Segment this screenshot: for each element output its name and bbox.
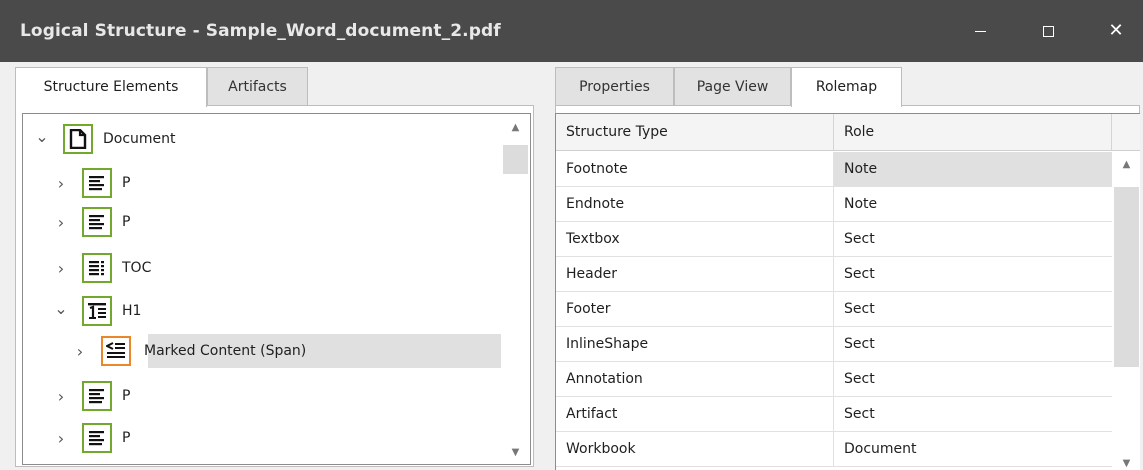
grid-scrollbar[interactable]: ▲ ▼: [1112, 152, 1140, 470]
role-cell[interactable]: Sect: [834, 327, 1112, 361]
paragraph-icon: [82, 168, 112, 198]
chevron-right-icon[interactable]: ›: [54, 429, 68, 448]
window-title: Logical Structure - Sample_Word_document…: [20, 21, 501, 41]
tree-scroll-thumb[interactable]: [503, 145, 528, 174]
paragraph-icon: [82, 381, 112, 411]
tree-item[interactable]: › TOC: [23, 251, 501, 285]
chevron-right-icon[interactable]: ›: [73, 342, 87, 361]
column-header-structure-type[interactable]: Structure Type: [556, 114, 834, 151]
scroll-down-icon[interactable]: ▼: [1112, 453, 1140, 470]
role-cell[interactable]: Sect: [834, 222, 1112, 256]
structure-type-cell[interactable]: Footnote: [556, 152, 834, 186]
role-cell[interactable]: Sect: [834, 397, 1112, 431]
scroll-up-icon[interactable]: ▲: [501, 117, 530, 139]
structure-type-cell[interactable]: InlineShape: [556, 327, 834, 361]
chevron-down-icon[interactable]: ⌄: [54, 299, 68, 318]
role-cell[interactable]: Sect: [834, 257, 1112, 291]
structure-type-cell[interactable]: Artifact: [556, 397, 834, 431]
chevron-right-icon[interactable]: ›: [54, 259, 68, 278]
structure-tree: ⌄ Document › P › P › TOC ⌄ H1 › Marked Content (Spa…: [22, 113, 531, 465]
table-row[interactable]: Annotation Sect: [556, 362, 1112, 397]
table-row[interactable]: Textbox Sect: [556, 222, 1112, 257]
toc-icon: [82, 253, 112, 283]
tree-item[interactable]: › P: [23, 205, 501, 239]
table-row[interactable]: Footnote Note: [556, 152, 1112, 187]
tree-item[interactable]: › P: [23, 421, 501, 455]
grid-header: Structure Type Role: [556, 114, 1140, 151]
tab-structure-elements[interactable]: Structure Elements: [15, 67, 207, 107]
minimize-icon: [974, 31, 986, 32]
table-row[interactable]: Endnote Note: [556, 187, 1112, 222]
structure-type-cell[interactable]: Workbook: [556, 432, 834, 466]
marked-content-icon: [101, 336, 131, 366]
role-cell[interactable]: Note: [834, 152, 1112, 186]
tree-item[interactable]: › P: [23, 379, 501, 413]
scroll-up-icon[interactable]: ▲: [1112, 154, 1140, 176]
maximize-icon: [1042, 25, 1054, 37]
close-icon: ✕: [1108, 20, 1124, 41]
chevron-right-icon[interactable]: ›: [54, 387, 68, 406]
chevron-right-icon[interactable]: ›: [54, 174, 68, 193]
role-cell[interactable]: Document: [834, 432, 1112, 466]
structure-type-cell[interactable]: Footer: [556, 292, 834, 326]
tree-item-label: Marked Content (Span): [144, 343, 307, 359]
heading-icon: [82, 296, 112, 326]
paragraph-icon: [82, 423, 112, 453]
tab-artifacts[interactable]: Artifacts: [207, 67, 308, 106]
paragraph-icon: [82, 207, 112, 237]
tree-item[interactable]: › P: [23, 166, 501, 200]
maximize-button[interactable]: [1020, 0, 1076, 62]
tab-properties[interactable]: Properties: [555, 67, 674, 106]
minimize-button[interactable]: [952, 0, 1008, 62]
tree-item-label: TOC: [122, 260, 152, 276]
role-cell[interactable]: Note: [834, 187, 1112, 221]
table-row[interactable]: Workbook Document: [556, 432, 1112, 467]
table-row[interactable]: Header Sect: [556, 257, 1112, 292]
close-button[interactable]: ✕: [1088, 0, 1143, 62]
tree-item-label: Document: [103, 131, 176, 147]
structure-type-cell[interactable]: Annotation: [556, 362, 834, 396]
window-titlebar: Logical Structure - Sample_Word_document…: [0, 0, 1143, 62]
tree-item[interactable]: ⌄ H1: [23, 294, 501, 328]
tree-item-label: P: [122, 388, 131, 404]
role-cell[interactable]: Sect: [834, 362, 1112, 396]
table-row[interactable]: InlineShape Sect: [556, 327, 1112, 362]
tree-item-label: H1: [122, 303, 142, 319]
tree-item[interactable]: ⌄ Document: [23, 122, 501, 156]
chevron-right-icon[interactable]: ›: [54, 213, 68, 232]
structure-type-cell[interactable]: Header: [556, 257, 834, 291]
rolemap-grid: Structure Type Role Footnote Note Endnote N…: [555, 113, 1140, 470]
tab-page-view[interactable]: Page View: [674, 67, 791, 106]
structure-type-cell[interactable]: Textbox: [556, 222, 834, 256]
tab-rolemap[interactable]: Rolemap: [791, 67, 902, 107]
document-icon: [63, 124, 93, 154]
role-cell[interactable]: Sect: [834, 292, 1112, 326]
tree-item-label: P: [122, 430, 131, 446]
chevron-down-icon[interactable]: ⌄: [35, 127, 49, 146]
tree-scrollbar[interactable]: ▲ ▼: [501, 114, 530, 464]
grid-scroll-thumb[interactable]: [1114, 187, 1139, 367]
scroll-down-icon[interactable]: ▼: [501, 442, 530, 464]
table-row[interactable]: Footer Sect: [556, 292, 1112, 327]
column-header-role[interactable]: Role: [834, 114, 1112, 151]
tree-item[interactable]: › Marked Content (Span): [23, 334, 501, 368]
structure-type-cell[interactable]: Endnote: [556, 187, 834, 221]
tree-item-label: P: [122, 214, 131, 230]
table-row[interactable]: Artifact Sect: [556, 397, 1112, 432]
tree-item-label: P: [122, 175, 131, 191]
